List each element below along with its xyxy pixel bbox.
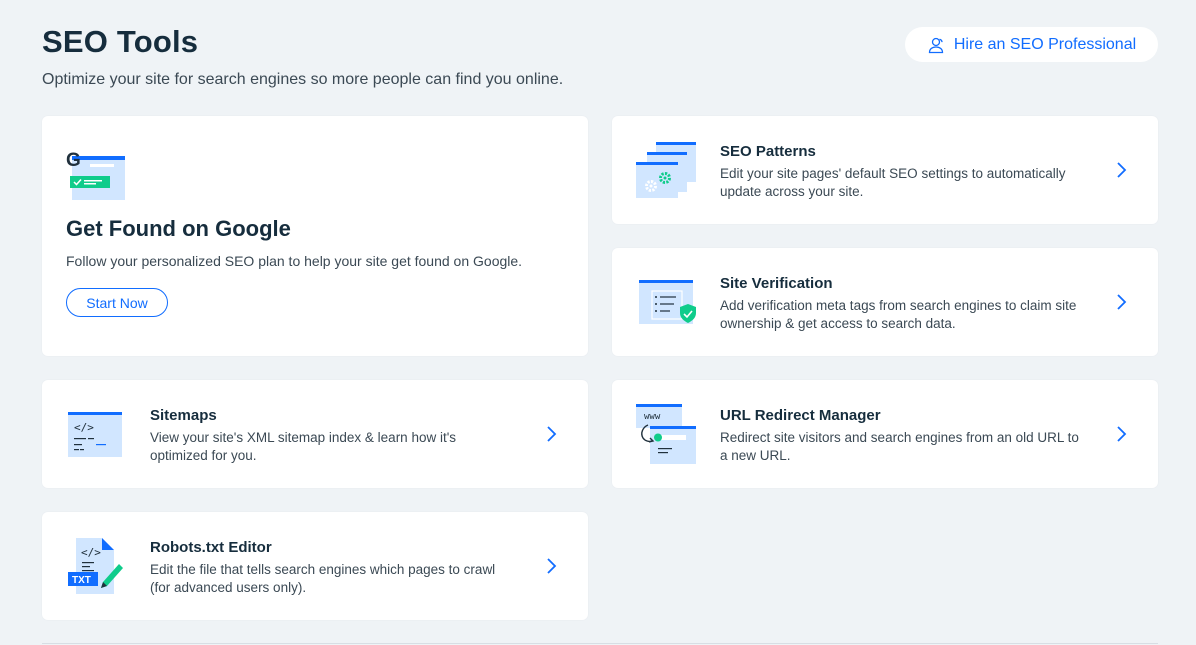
url-redirect-icon: www bbox=[636, 404, 696, 464]
start-now-button[interactable]: Start Now bbox=[66, 288, 168, 317]
site-verification-icon bbox=[639, 280, 696, 324]
robots-txt-description: Edit the file that tells search engines … bbox=[150, 562, 496, 595]
sitemaps-title: Sitemaps bbox=[150, 407, 217, 424]
get-found-on-google-card: G Get Found on Google Follow your person… bbox=[42, 116, 588, 356]
url-redirect-title: URL Redirect Manager bbox=[720, 407, 881, 424]
seo-patterns-card[interactable]: SEO Patterns Edit your site pages' defau… bbox=[612, 116, 1158, 224]
site-verification-description: Add verification meta tags from search e… bbox=[720, 298, 1077, 331]
seo-patterns-description: Edit your site pages' default SEO settin… bbox=[720, 166, 1066, 199]
user-icon bbox=[928, 37, 943, 53]
sitemaps-card[interactable]: </> Sitemaps View your site's XML sitema… bbox=[42, 380, 588, 488]
google-search-icon: G bbox=[66, 150, 125, 200]
sitemap-icon: </> bbox=[68, 412, 122, 457]
code-glyph: </> bbox=[74, 421, 94, 434]
site-verification-title: Site Verification bbox=[720, 275, 833, 292]
hire-seo-professional-button[interactable]: Hire an SEO Professional bbox=[905, 27, 1158, 62]
robots-txt-file-icon: </> TXT bbox=[68, 538, 123, 594]
robots-txt-title: Robots.txt Editor bbox=[150, 539, 272, 556]
google-card-description: Follow your personalized SEO plan to hel… bbox=[66, 253, 523, 269]
page-subtitle: Optimize your site for search engines so… bbox=[42, 71, 564, 88]
chevron-right-icon bbox=[1117, 162, 1127, 178]
sitemaps-description: View your site's XML sitemap index & lea… bbox=[150, 430, 457, 463]
seo-patterns-title: SEO Patterns bbox=[720, 143, 816, 160]
www-label: www bbox=[644, 412, 661, 422]
bottom-divider bbox=[42, 643, 1158, 644]
url-redirect-manager-card[interactable]: www URL Redirect Manager Redirect site v… bbox=[612, 380, 1158, 488]
url-redirect-description: Redirect site visitors and search engine… bbox=[720, 430, 1079, 463]
chevron-right-icon bbox=[1117, 426, 1127, 442]
chevron-right-icon bbox=[1117, 294, 1127, 310]
hire-button-label: Hire an SEO Professional bbox=[953, 35, 1137, 53]
robots-txt-editor-card[interactable]: </> TXT Robots.txt Editor Edit the file … bbox=[42, 512, 588, 620]
page-title: SEO Tools bbox=[42, 24, 199, 59]
chevron-right-icon bbox=[547, 426, 557, 442]
txt-label: TXT bbox=[72, 575, 91, 586]
site-verification-card[interactable]: Site Verification Add verification meta … bbox=[612, 248, 1158, 356]
google-g-letter: G bbox=[66, 150, 81, 171]
chevron-right-icon bbox=[547, 558, 557, 574]
google-card-heading: Get Found on Google bbox=[66, 216, 291, 241]
seo-patterns-icon bbox=[636, 142, 696, 198]
code-glyph: </> bbox=[81, 546, 101, 559]
